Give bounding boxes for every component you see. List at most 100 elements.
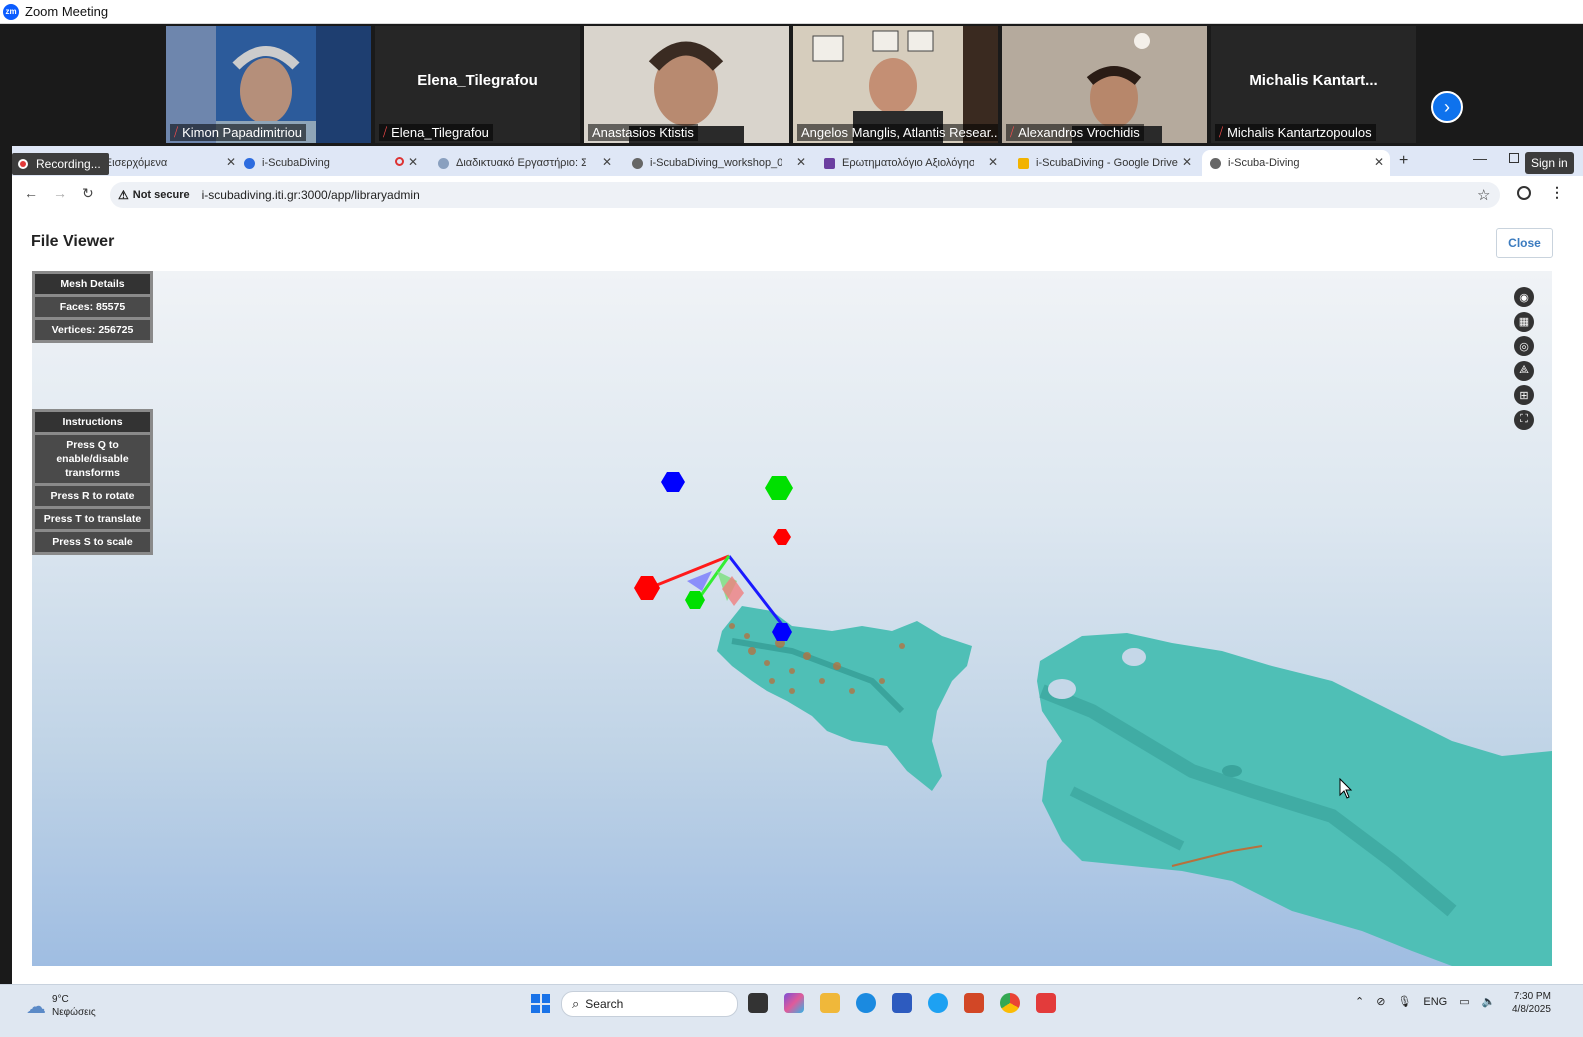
time: 7:30 PM	[1513, 991, 1551, 1002]
recording-indicator[interactable]: Recording...	[12, 153, 109, 175]
globe-icon	[632, 157, 643, 169]
rotate-handle-y	[765, 476, 793, 500]
restore-button[interactable]	[1509, 153, 1519, 163]
network-icon[interactable]: ⊘	[1376, 995, 1385, 1008]
next-participants-button[interactable]: ›	[1431, 91, 1463, 123]
display-icon[interactable]: ▭	[1459, 995, 1469, 1008]
close-tab-icon[interactable]: ✕	[408, 155, 418, 169]
tab-iscubadiving[interactable]: i-ScubaDiving ✕	[240, 150, 424, 176]
zoom-titlebar: zm Zoom Meeting	[0, 0, 1583, 24]
tab-workshop-doc[interactable]: i-ScubaDiving_workshop_08_04 ✕	[628, 150, 812, 176]
participant-display-name: Elena_Tilegrafou	[417, 72, 538, 89]
reload-icon[interactable]: ↻	[82, 185, 94, 202]
close-tab-icon[interactable]: ✕	[1182, 155, 1192, 169]
tab-label: i-ScubaDiving_workshop_08_04	[650, 157, 782, 169]
edge-icon[interactable]	[856, 993, 876, 1013]
participant-name: Angelos Manglis, Atlantis Resear...	[797, 124, 998, 141]
rotate-handle-z	[661, 472, 685, 492]
participant-tile[interactable]: Anastasios Ktistis	[584, 26, 789, 143]
close-tab-icon[interactable]: ✕	[1374, 155, 1384, 169]
tab-google-drive[interactable]: i-ScubaDiving - Google Drive ✕	[1014, 150, 1198, 176]
instruction-item: Press R to rotate	[35, 486, 150, 506]
language-indicator[interactable]: ENG	[1423, 996, 1447, 1008]
sign-in-button[interactable]: Sign in	[1525, 152, 1574, 174]
participant-tile[interactable]: Michalis Kantart... ⧸ Michalis Kantartzop…	[1211, 26, 1416, 143]
omnibox[interactable]: ⚠ Not secure i-scubadiving.iti.gr:3000/ap…	[110, 182, 1500, 208]
tab-label: i-Scuba-Diving	[1228, 157, 1300, 169]
participant-name: ⧸ Elena_Tilegrafou	[379, 124, 493, 141]
eye-icon[interactable]: ◉	[1514, 287, 1534, 307]
forward-icon[interactable]: →	[53, 185, 67, 201]
close-button[interactable]: Close	[1496, 228, 1553, 258]
tab-label: i-ScubaDiving - Google Drive	[1036, 157, 1178, 169]
back-icon[interactable]: ←	[24, 185, 38, 201]
microphone-icon[interactable]: 🎙	[1397, 995, 1411, 1008]
gizmo-handle-x	[634, 576, 660, 600]
site-favicon-icon	[438, 157, 449, 169]
participant-tile[interactable]: ⧸ Kimon Papadimitriou	[166, 26, 371, 143]
participant-tile[interactable]: ⧸ Alexandros Vrochidis	[1002, 26, 1207, 143]
tab-questionnaire[interactable]: Ερωτηματολόγιο Αξιολόγησης ✕	[820, 150, 1004, 176]
more-menu-icon[interactable]: ⋮	[1550, 184, 1564, 201]
instruction-item: Press Q to enable/disable transforms	[35, 435, 150, 483]
fullscreen-icon[interactable]: ⛶	[1514, 409, 1534, 430]
profile-icon[interactable]	[1517, 186, 1531, 200]
copilot-icon[interactable]	[784, 993, 804, 1013]
warning-icon: ⚠	[118, 188, 129, 202]
url-text[interactable]: i-scubadiving.iti.gr:3000/app/libraryadm…	[202, 188, 420, 202]
participant-tile[interactable]: Elena_Tilegrafou ⧸ Elena_Tilegrafou	[375, 26, 580, 143]
system-tray: ⌃ ⊘ 🎙 ENG ▭ 🔈	[1355, 995, 1507, 1009]
participant-display-name: Michalis Kantart...	[1249, 72, 1378, 89]
minimize-button[interactable]: —	[1473, 150, 1487, 166]
page-content: File Viewer Close Mesh Details Faces: 85…	[12, 214, 1583, 984]
powerpoint-icon[interactable]	[964, 993, 984, 1013]
participant-tile[interactable]: Angelos Manglis, Atlantis Resear...	[793, 26, 998, 143]
axes-icon[interactable]: ⟁	[1514, 360, 1534, 381]
mic-off-icon: ⧸	[1010, 125, 1015, 139]
volume-icon[interactable]: 🔈	[1482, 995, 1496, 1008]
store-icon[interactable]	[892, 993, 912, 1013]
wireframe-icon[interactable]: ⊞	[1514, 385, 1534, 405]
clock[interactable]: 7:30 PM 4/8/2025	[1512, 990, 1551, 1016]
close-tab-icon[interactable]: ✕	[602, 155, 612, 169]
tab-bar: Recording... Webmail :: Εισερχόμενα ✕ i-…	[12, 146, 1583, 176]
page-title: File Viewer	[31, 233, 115, 250]
date: 4/8/2025	[1512, 1004, 1551, 1015]
3d-viewer[interactable]: Mesh Details Faces: 85575 Vertices: 2567…	[32, 271, 1552, 966]
chevron-up-icon[interactable]: ⌃	[1355, 995, 1364, 1008]
close-tab-icon[interactable]: ✕	[226, 155, 236, 169]
security-indicator[interactable]: ⚠ Not secure	[118, 188, 190, 202]
address-bar: ← → ↻ ⚠ Not secure i-scubadiving.iti.gr:3…	[12, 176, 1583, 214]
instruction-item: Press S to scale	[35, 532, 150, 552]
weather-widget[interactable]: ☁ 9°C Νεφώσεις	[26, 993, 96, 1019]
chrome-icon[interactable]	[1000, 993, 1020, 1013]
tab-label: i-ScubaDiving	[262, 157, 330, 169]
scene-canvas[interactable]	[32, 271, 1552, 966]
taskbar-search[interactable]: ⌕ Search	[561, 991, 738, 1017]
mic-off-icon: ⧸	[1219, 125, 1224, 139]
layers-icon[interactable]: ◎	[1514, 336, 1534, 356]
participant-name: ⧸ Alexandros Vrochidis	[1006, 124, 1144, 141]
window-title: Zoom Meeting	[25, 4, 109, 19]
anydesk-icon[interactable]	[1036, 993, 1056, 1013]
faces-count: Faces: 85575	[35, 297, 150, 317]
close-tab-icon[interactable]: ✕	[988, 155, 998, 169]
new-tab-button[interactable]: +	[1399, 152, 1408, 170]
windows-start-icon[interactable]	[531, 994, 550, 1013]
skype-icon[interactable]	[928, 993, 948, 1013]
tab-i-scuba-diving[interactable]: i-Scuba-Diving ✕	[1202, 150, 1390, 176]
instruction-item: Press T to translate	[35, 509, 150, 529]
browser-window: Recording... Webmail :: Εισερχόμενα ✕ i-…	[12, 146, 1583, 984]
recording-tab-icon	[395, 157, 404, 166]
participant-name: Anastasios Ktistis	[588, 124, 698, 141]
recording-label: Recording...	[36, 157, 101, 171]
grid-icon[interactable]: ▦	[1514, 311, 1534, 332]
file-explorer-icon[interactable]	[820, 993, 840, 1013]
bookmark-star-icon[interactable]: ☆	[1477, 186, 1490, 204]
participant-name: ⧸ Michalis Kantartzopoulos	[1215, 124, 1376, 141]
task-view-icon[interactable]	[748, 993, 768, 1013]
cloud-icon: ☁	[26, 995, 46, 1018]
tab-label: Διαδικτυακό Εργαστήριο: Συμ	[456, 157, 586, 169]
tab-workshop[interactable]: Διαδικτυακό Εργαστήριο: Συμ ✕	[434, 150, 618, 176]
close-tab-icon[interactable]: ✕	[796, 155, 806, 169]
